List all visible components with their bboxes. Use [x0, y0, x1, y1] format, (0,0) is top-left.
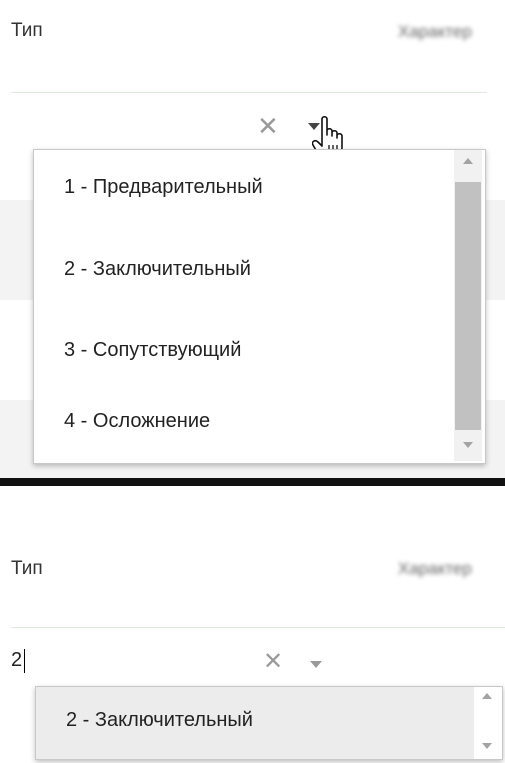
scroll-down-icon[interactable]: [482, 743, 492, 749]
field-label-type: Тип: [11, 20, 43, 41]
clear-icon[interactable]: ✕: [263, 647, 283, 675]
section-divider: [0, 478, 505, 486]
dropdown-option-label: 2 - Заключительный: [66, 709, 253, 731]
dropdown-option-1[interactable]: 1 - Предварительный: [64, 176, 263, 199]
dropdown-option-4[interactable]: 4 - Осложнение: [64, 410, 210, 433]
dropdown-option-highlighted[interactable]: 2 - Заключительный: [36, 687, 474, 759]
top-panel: Тип Характер ✕ 1 - Предварительный 2 - З…: [0, 0, 505, 478]
type-dropdown-list: 2 - Заключительный: [35, 686, 503, 760]
dropdown-scrollbar[interactable]: [454, 150, 482, 461]
field-underline: [11, 627, 505, 628]
scroll-up-icon[interactable]: [482, 693, 492, 699]
dropdown-scrollbar[interactable]: [474, 687, 500, 757]
dropdown-option-3[interactable]: 3 - Сопутствующий: [64, 339, 241, 362]
type-input[interactable]: 2: [11, 649, 22, 672]
scrollbar-thumb[interactable]: [455, 182, 481, 430]
neighbor-field-label: Характер: [398, 559, 472, 578]
chevron-down-icon[interactable]: [310, 661, 322, 668]
scroll-up-icon[interactable]: [463, 158, 473, 164]
field-label-type: Тип: [11, 558, 43, 579]
text-cursor: [24, 649, 25, 673]
dropdown-option-2[interactable]: 2 - Заключительный: [64, 258, 251, 281]
field-underline: [11, 92, 487, 93]
scroll-down-icon[interactable]: [463, 442, 473, 448]
clear-icon[interactable]: ✕: [257, 112, 279, 142]
type-dropdown-list: 1 - Предварительный 2 - Заключительный 3…: [33, 149, 486, 464]
bottom-panel: Тип Характер 2 ✕ 2 - Заключительный: [0, 486, 505, 763]
neighbor-field-label: Характер: [398, 22, 472, 41]
